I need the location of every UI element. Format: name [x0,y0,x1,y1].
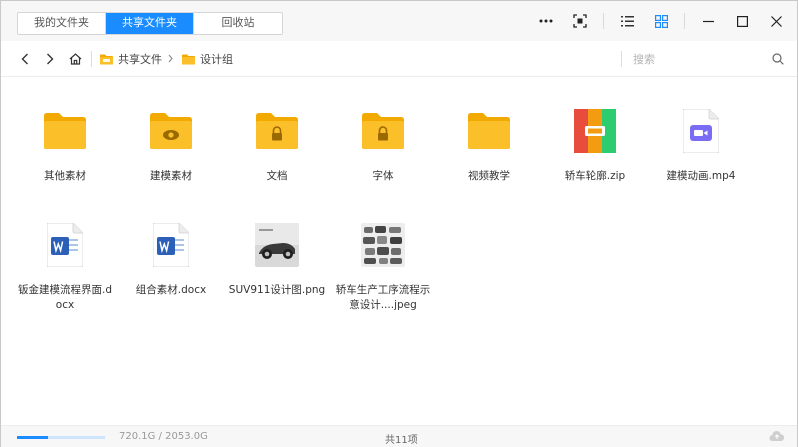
more-icon [539,19,553,23]
window-actions [533,9,797,33]
file-name: 轿车轮廓.zip [564,170,626,182]
storage-progress-bar [17,436,105,439]
folder-tabs: 我的文件夹 共享文件夹 回收站 [17,12,283,35]
toolbar-divider [603,13,604,29]
storage-progress-fill [17,436,48,439]
back-button[interactable] [16,50,34,68]
search-button[interactable] [769,50,787,68]
storage-usage: 720.1G / 2053.0G [119,431,208,442]
close-button[interactable] [763,9,789,33]
folder-icon [42,106,88,156]
file-manager-window: 我的文件夹 共享文件夹 回收站 共享文件 设计组 搜索 其他素材 建模素材 文档… [0,0,798,447]
file-name: 字体 [372,170,394,182]
file-name: SUV911设计图.png [228,284,326,296]
search-icon [772,53,784,65]
file-modeling-animation-mp4[interactable]: 建模动画.mp4 [651,106,751,216]
file-name: 视频教学 [468,170,510,182]
word-document-icon [148,220,194,270]
zip-archive-icon [572,106,618,156]
cloud-sync-icon[interactable] [769,430,785,445]
scan-button[interactable] [567,9,593,33]
file-name: 文档 [266,170,288,182]
grid-view-icon [654,14,668,28]
nav-divider [91,51,92,67]
chevron-right-icon [47,53,54,65]
tab-recycle-bin[interactable]: 回收站 [194,13,282,34]
file-sheet-metal-flow-docx[interactable]: 钣金建模流程界面.docx [15,220,115,330]
file-car-outline-zip[interactable]: 轿车轮廓.zip [545,106,645,216]
file-name: 轿车生产工序流程示意设计....jpeg [335,284,431,311]
video-file-icon [678,106,724,156]
breadcrumb-design-group[interactable]: 设计组 [182,51,233,67]
search-divider [621,51,622,67]
folder-other-materials[interactable]: 其他素材 [15,106,115,216]
breadcrumb-separator-icon [168,53,173,66]
tab-shared-folders[interactable]: 共享文件夹 [106,13,194,34]
folder-eye-icon [148,106,194,156]
list-view-button[interactable] [614,9,640,33]
maximize-icon [736,15,748,27]
file-grid: 其他素材 建模素材 文档 字体 视频教学 轿车轮廓.zip 建模动画.mp4 钣… [1,78,797,424]
item-count: 共11项 [385,435,418,446]
file-sedan-production-process-jpeg[interactable]: 轿车生产工序流程示意设计....jpeg [333,220,433,330]
minimize-button[interactable] [695,9,721,33]
forward-button[interactable] [41,50,59,68]
breadcrumb-label: 设计组 [200,53,233,66]
shared-folder-icon [100,54,113,65]
minimize-icon [702,20,714,22]
image-thumbnail [360,220,406,270]
title-bar: 我的文件夹 共享文件夹 回收站 [1,1,797,41]
file-combined-materials-docx[interactable]: 组合素材.docx [121,220,221,330]
file-name: 建模动画.mp4 [666,170,736,182]
file-name: 组合素材.docx [135,284,207,296]
word-document-icon [42,220,88,270]
folder-lock-icon [360,106,406,156]
status-bar: 720.1G / 2053.0G 共11项 [1,425,797,447]
file-name: 建模素材 [150,170,192,182]
folder-documents[interactable]: 文档 [227,106,327,216]
navigation-bar: 共享文件 设计组 [1,41,797,77]
file-name: 其他素材 [44,170,86,182]
home-button[interactable] [66,50,84,68]
breadcrumb-shared-files[interactable]: 共享文件 [100,51,162,67]
folder-modeling-materials[interactable]: 建模素材 [121,106,221,216]
tab-my-folders[interactable]: 我的文件夹 [18,13,106,34]
home-icon [69,53,81,65]
folder-video-tutorials[interactable]: 视频教学 [439,106,539,216]
grid-view-button[interactable] [648,9,674,33]
close-icon [770,15,782,27]
file-suv911-design-png[interactable]: SUV911设计图.png [227,220,327,330]
folder-lock-icon [254,106,300,156]
search-input[interactable] [633,51,765,67]
breadcrumb-label: 共享文件 [118,53,162,66]
toolbar-divider [684,13,685,29]
list-view-icon [620,15,634,26]
maximize-button[interactable] [729,9,755,33]
image-thumbnail [254,220,300,270]
folder-icon [182,54,195,65]
more-button[interactable] [533,9,559,33]
scan-icon [573,14,587,28]
folder-fonts[interactable]: 字体 [333,106,433,216]
file-name: 钣金建模流程界面.docx [17,284,112,311]
chevron-left-icon [21,53,28,65]
folder-icon [466,106,512,156]
